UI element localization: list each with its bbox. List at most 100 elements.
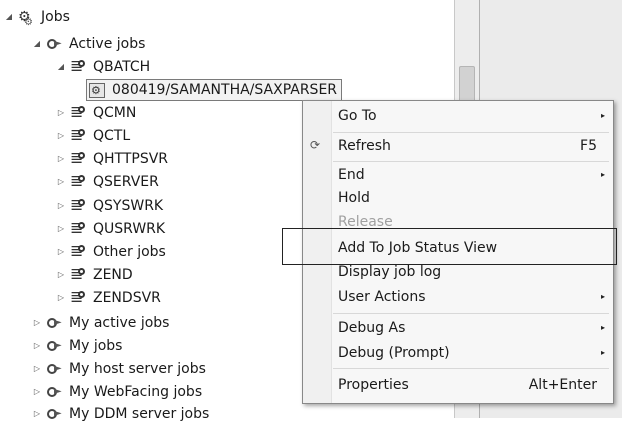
menu-separator [333,161,609,162]
refresh-icon: ⟳ [310,138,321,152]
active-jobs-icon [46,338,62,354]
menu-item-label: Release [338,214,393,230]
tree-row-qsyswrk[interactable]: ▷ QSYSWRK [56,194,165,217]
expand-icon[interactable]: ▷ [56,102,66,124]
subsystem-icon [70,101,86,123]
tree-label: QHTTPSVR [93,151,169,167]
menu-item-label: Properties [338,377,409,393]
tree-label: Other jobs [93,244,166,260]
active-jobs-icon [46,406,62,422]
submenu-arrow-icon: ▸ [600,111,605,120]
menu-item-release: Release [303,211,613,233]
menu-item-debug-prompt[interactable]: Debug (Prompt) ▸ [303,342,613,364]
menu-item-user-actions[interactable]: User Actions ▸ [303,286,613,308]
subsystem-icon [70,286,86,308]
tree-row-selected-job[interactable]: 080419/SAMANTHA/SAXPARSER [86,79,343,101]
expand-icon[interactable]: ▷ [56,171,66,193]
tree-row-zendsvr[interactable]: ▷ ZENDSVR [56,286,163,309]
subsystem-icon [70,240,86,262]
active-jobs-icon [46,315,62,331]
tree-row-my-jobs[interactable]: ▷ My jobs [32,335,124,357]
expand-icon[interactable]: ▷ [32,403,42,425]
tree-label: QSERVER [93,174,159,190]
menu-separator [333,132,609,133]
tree-label: 080419/SAMANTHA/SAXPARSER [112,82,338,98]
tree-label: My DDM server jobs [69,406,210,422]
expand-icon[interactable]: ▷ [56,195,66,217]
menu-item-hold[interactable]: Hold [303,187,613,209]
menu-item-display-job-log[interactable]: Display job log [303,261,613,283]
subsystem-icon [70,55,86,77]
tree-label: QCMN [93,105,137,121]
active-jobs-icon [46,36,62,52]
menu-item-label: End [338,167,365,183]
subsystem-icon [70,217,86,239]
menu-item-add-to-job-status-view[interactable]: Add To Job Status View [303,237,613,259]
tree-label: Active jobs [69,36,146,52]
tree-label: QUSRWRK [93,221,166,237]
expand-icon[interactable]: ▷ [32,358,42,380]
expand-icon[interactable]: ▷ [56,125,66,147]
tree-row-other-jobs[interactable]: ▷ Other jobs [56,240,168,263]
expand-icon[interactable]: ▷ [56,287,66,309]
collapse-icon[interactable]: ◢ [32,33,42,55]
subsystem-icon [70,147,86,169]
context-menu: Go To ▸ ⟳ Refresh F5 End ▸ Hold Release … [302,100,614,404]
menu-item-end[interactable]: End ▸ [303,164,613,186]
tree-row-active-jobs[interactable]: ◢ Active jobs [32,33,147,55]
submenu-arrow-icon: ▸ [600,323,605,332]
expand-icon[interactable]: ▷ [56,148,66,170]
tree-row-qusrwrk[interactable]: ▷ QUSRWRK [56,217,167,240]
tree-row-qhttpsvr[interactable]: ▷ QHTTPSVR [56,147,170,170]
subsystem-icon [70,170,86,192]
tree-row-qcmn[interactable]: ▷ QCMN [56,101,138,124]
tree-row-qbatch[interactable]: ◢ QBATCH [56,55,152,78]
tree-label: My jobs [69,338,123,354]
tree-label: Jobs [41,9,70,25]
menu-item-shortcut: Alt+Enter [528,377,597,393]
menu-item-refresh[interactable]: ⟳ Refresh F5 [303,135,613,157]
tree-row-jobs[interactable]: ◢ Jobs [4,6,72,34]
job-icon [89,81,105,101]
tree-label: My WebFacing jobs [69,384,203,400]
submenu-arrow-icon: ▸ [600,348,605,357]
subsystem-icon [70,194,86,216]
jobs-icon [18,6,34,34]
menu-item-properties[interactable]: Properties Alt+Enter [303,374,613,396]
tree-row-my-host-server-jobs[interactable]: ▷ My host server jobs [32,358,208,380]
active-jobs-icon [46,384,62,400]
menu-item-label: Go To [338,108,377,124]
tree-row-qctl[interactable]: ▷ QCTL [56,124,132,147]
menu-item-go-to[interactable]: Go To ▸ [303,105,613,127]
expand-icon[interactable]: ▷ [56,218,66,240]
subsystem-icon [70,124,86,146]
tree-row-qserver[interactable]: ▷ QSERVER [56,170,161,193]
tree-row-zend[interactable]: ▷ ZEND [56,263,135,286]
expand-icon[interactable]: ▷ [32,335,42,357]
tree-label: QCTL [93,128,131,144]
tree-row-my-ddm-server-jobs[interactable]: ▷ My DDM server jobs [32,403,211,425]
collapse-icon[interactable]: ◢ [56,56,66,78]
menu-item-label: Debug (Prompt) [338,345,450,361]
expand-icon[interactable]: ▷ [56,264,66,286]
expand-icon[interactable]: ▷ [32,381,42,403]
submenu-arrow-icon: ▸ [600,170,605,179]
submenu-arrow-icon: ▸ [600,292,605,301]
menu-item-label: Display job log [338,264,442,280]
tree-label: QBATCH [93,59,151,75]
subsystem-icon [70,263,86,285]
menu-item-label: Refresh [338,138,391,154]
menu-item-debug-as[interactable]: Debug As ▸ [303,317,613,339]
tree-label: ZENDSVR [93,290,161,306]
expand-icon[interactable]: ▷ [32,312,42,334]
menu-item-label: User Actions [338,289,426,305]
menu-separator [333,313,609,314]
tree-row-my-webfacing-jobs[interactable]: ▷ My WebFacing jobs [32,381,204,403]
tree-label: My host server jobs [69,361,206,377]
tree-label: My active jobs [69,315,170,331]
menu-item-label: Debug As [338,320,406,336]
tree-row-my-active-jobs[interactable]: ▷ My active jobs [32,312,171,334]
expand-icon[interactable]: ▷ [56,241,66,263]
collapse-icon[interactable]: ◢ [4,6,14,28]
tree-label: ZEND [93,267,133,283]
